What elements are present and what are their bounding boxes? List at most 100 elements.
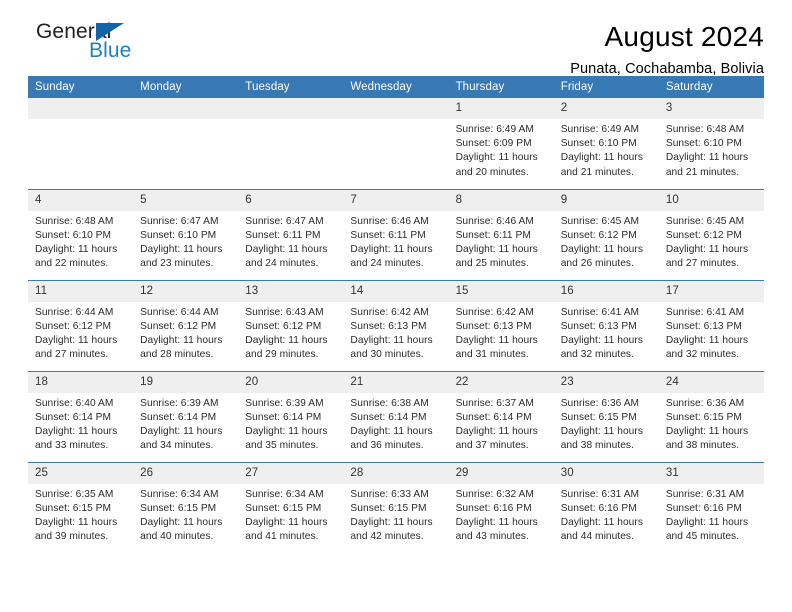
sunrise-text: Sunrise: 6:39 AM — [245, 397, 324, 409]
day-cell[interactable]: 18 Sunrise: 6:40 AM Sunset: 6:14 PM Dayl… — [28, 370, 134, 462]
general-blue-logo[interactable]: General Blue — [28, 20, 148, 68]
day-cell[interactable]: 23 Sunrise: 6:36 AM Sunset: 6:15 PM Dayl… — [553, 370, 659, 462]
page-title: August 2024 — [604, 21, 764, 52]
day-cell[interactable]: 29 Sunrise: 6:32 AM Sunset: 6:16 PM Dayl… — [448, 461, 554, 553]
day-cell[interactable]: 27 Sunrise: 6:34 AM Sunset: 6:15 PM Dayl… — [238, 461, 344, 553]
day-cell[interactable]: 7 Sunrise: 6:46 AM Sunset: 6:11 PM Dayli… — [343, 188, 449, 280]
sunrise-text: Sunrise: 6:39 AM — [140, 397, 219, 409]
day-cell[interactable]: 10 Sunrise: 6:45 AM Sunset: 6:12 PM Dayl… — [658, 188, 764, 280]
day-details: Sunrise: 6:41 AM Sunset: 6:13 PM Dayligh… — [554, 302, 659, 363]
day-cell[interactable]: 8 Sunrise: 6:46 AM Sunset: 6:11 PM Dayli… — [448, 188, 554, 280]
day-cell[interactable]: 3 Sunrise: 6:48 AM Sunset: 6:10 PM Dayli… — [658, 98, 764, 189]
column-header-friday: Friday — [553, 76, 659, 98]
daylight-text-line2: and 33 minutes. — [35, 440, 109, 452]
daylight-text-line1: Daylight: 11 hours — [35, 425, 118, 437]
sunset-text: Sunset: 6:11 PM — [245, 229, 321, 241]
sunset-text: Sunset: 6:09 PM — [455, 138, 532, 150]
day-cell[interactable]: 20 Sunrise: 6:39 AM Sunset: 6:14 PM Dayl… — [238, 370, 344, 462]
day-cell[interactable]: 16 Sunrise: 6:41 AM Sunset: 6:13 PM Dayl… — [553, 279, 659, 371]
daylight-text-line1: Daylight: 11 hours — [455, 334, 538, 346]
day-cell[interactable]: 6 Sunrise: 6:47 AM Sunset: 6:11 PM Dayli… — [238, 188, 344, 280]
day-details: Sunrise: 6:32 AM Sunset: 6:16 PM Dayligh… — [449, 484, 554, 545]
day-cell[interactable]: 17 Sunrise: 6:41 AM Sunset: 6:13 PM Dayl… — [658, 279, 764, 371]
day-details: Sunrise: 6:34 AM Sunset: 6:15 PM Dayligh… — [238, 484, 343, 545]
day-number: 11 — [28, 280, 134, 302]
daylight-text-line1: Daylight: 11 hours — [665, 152, 749, 164]
sunset-text: Sunset: 6:16 PM — [560, 502, 637, 514]
day-details: Sunrise: 6:46 AM Sunset: 6:11 PM Dayligh… — [343, 211, 448, 272]
day-details: Sunrise: 6:38 AM Sunset: 6:14 PM Dayligh… — [343, 393, 448, 454]
day-cell[interactable]: 19 Sunrise: 6:39 AM Sunset: 6:14 PM Dayl… — [133, 370, 239, 462]
day-number: 17 — [658, 280, 764, 302]
sunrise-text: Sunrise: 6:36 AM — [560, 397, 640, 409]
daylight-text-line2: and 38 minutes. — [560, 440, 634, 452]
day-number: 1 — [448, 98, 554, 119]
daylight-text-line2: and 26 minutes. — [560, 258, 634, 270]
column-header-tuesday: Tuesday — [238, 76, 344, 98]
daylight-text-line1: Daylight: 11 hours — [350, 243, 433, 255]
daylight-text-line1: Daylight: 11 hours — [350, 516, 433, 528]
daylight-text-line2: and 41 minutes. — [245, 531, 319, 543]
day-cell[interactable]: 30 Sunrise: 6:31 AM Sunset: 6:16 PM Dayl… — [553, 461, 659, 553]
day-cell[interactable]: 15 Sunrise: 6:42 AM Sunset: 6:13 PM Dayl… — [448, 279, 554, 371]
daylight-text-line2: and 38 minutes. — [665, 440, 740, 452]
day-cell[interactable]: 12 Sunrise: 6:44 AM Sunset: 6:12 PM Dayl… — [133, 279, 239, 371]
day-cell[interactable]: 11 Sunrise: 6:44 AM Sunset: 6:12 PM Dayl… — [28, 279, 134, 371]
column-header-saturday: Saturday — [658, 76, 764, 98]
sunset-text: Sunset: 6:13 PM — [350, 320, 427, 332]
daylight-text-line1: Daylight: 11 hours — [665, 516, 749, 528]
sunset-text: Sunset: 6:15 PM — [560, 411, 637, 423]
day-cell[interactable]: 26 Sunrise: 6:34 AM Sunset: 6:15 PM Dayl… — [133, 461, 239, 553]
daylight-text-line1: Daylight: 11 hours — [245, 425, 328, 437]
day-details: Sunrise: 6:45 AM Sunset: 6:12 PM Dayligh… — [554, 211, 659, 272]
sunset-text: Sunset: 6:15 PM — [245, 502, 322, 514]
sunrise-text: Sunrise: 6:31 AM — [560, 488, 640, 500]
day-number: 6 — [238, 189, 344, 211]
week-row: 4 Sunrise: 6:48 AM Sunset: 6:10 PM Dayli… — [28, 188, 764, 280]
daylight-text-line1: Daylight: 11 hours — [245, 334, 328, 346]
day-cell[interactable]: 28 Sunrise: 6:33 AM Sunset: 6:15 PM Dayl… — [343, 461, 449, 553]
column-header-monday: Monday — [133, 76, 239, 98]
day-number: 21 — [343, 371, 449, 393]
day-number: 20 — [238, 371, 344, 393]
day-cell[interactable]: 31 Sunrise: 6:31 AM Sunset: 6:16 PM Dayl… — [658, 461, 764, 553]
sunset-text: Sunset: 6:14 PM — [350, 411, 427, 423]
day-details: Sunrise: 6:49 AM Sunset: 6:09 PM Dayligh… — [449, 119, 554, 180]
day-number: 19 — [133, 371, 239, 393]
day-cell[interactable]: 4 Sunrise: 6:48 AM Sunset: 6:10 PM Dayli… — [28, 188, 134, 280]
sunrise-sunset-calendar: Sunday Monday Tuesday Wednesday Thursday… — [28, 76, 764, 553]
daylight-text-line2: and 22 minutes. — [35, 258, 109, 270]
day-number: 22 — [448, 371, 554, 393]
day-number: 28 — [343, 462, 449, 484]
day-number: 30 — [553, 462, 659, 484]
daylight-text-line1: Daylight: 11 hours — [245, 516, 328, 528]
day-number: 15 — [448, 280, 554, 302]
daylight-text-line1: Daylight: 11 hours — [665, 243, 749, 255]
day-number: 7 — [343, 189, 449, 211]
day-details: Sunrise: 6:40 AM Sunset: 6:14 PM Dayligh… — [28, 393, 133, 454]
day-cell[interactable]: 2 Sunrise: 6:49 AM Sunset: 6:10 PM Dayli… — [553, 98, 659, 189]
daylight-text-line2: and 31 minutes. — [455, 349, 529, 361]
day-cell[interactable]: 14 Sunrise: 6:42 AM Sunset: 6:13 PM Dayl… — [343, 279, 449, 371]
daylight-text-line1: Daylight: 11 hours — [35, 243, 118, 255]
day-cell[interactable]: 9 Sunrise: 6:45 AM Sunset: 6:12 PM Dayli… — [553, 188, 659, 280]
day-number — [133, 98, 239, 119]
column-header-thursday: Thursday — [448, 76, 554, 98]
daylight-text-line2: and 21 minutes. — [560, 166, 634, 178]
day-details: Sunrise: 6:48 AM Sunset: 6:10 PM Dayligh… — [659, 119, 764, 180]
day-cell[interactable]: 21 Sunrise: 6:38 AM Sunset: 6:14 PM Dayl… — [343, 370, 449, 462]
day-cell[interactable]: 5 Sunrise: 6:47 AM Sunset: 6:10 PM Dayli… — [133, 188, 239, 280]
day-cell[interactable]: 1 Sunrise: 6:49 AM Sunset: 6:09 PM Dayli… — [448, 98, 554, 189]
day-cell — [343, 98, 449, 189]
day-cell[interactable]: 13 Sunrise: 6:43 AM Sunset: 6:12 PM Dayl… — [238, 279, 344, 371]
sunrise-text: Sunrise: 6:34 AM — [245, 488, 324, 500]
day-cell[interactable]: 22 Sunrise: 6:37 AM Sunset: 6:14 PM Dayl… — [448, 370, 554, 462]
daylight-text-line2: and 37 minutes. — [455, 440, 529, 452]
sunrise-text: Sunrise: 6:49 AM — [455, 124, 534, 135]
day-number — [28, 98, 134, 119]
daylight-text-line1: Daylight: 11 hours — [560, 425, 643, 437]
daylight-text-line1: Daylight: 11 hours — [455, 516, 538, 528]
sunrise-text: Sunrise: 6:40 AM — [35, 397, 114, 409]
day-cell[interactable]: 25 Sunrise: 6:35 AM Sunset: 6:15 PM Dayl… — [28, 461, 134, 553]
day-cell[interactable]: 24 Sunrise: 6:36 AM Sunset: 6:15 PM Dayl… — [658, 370, 764, 462]
